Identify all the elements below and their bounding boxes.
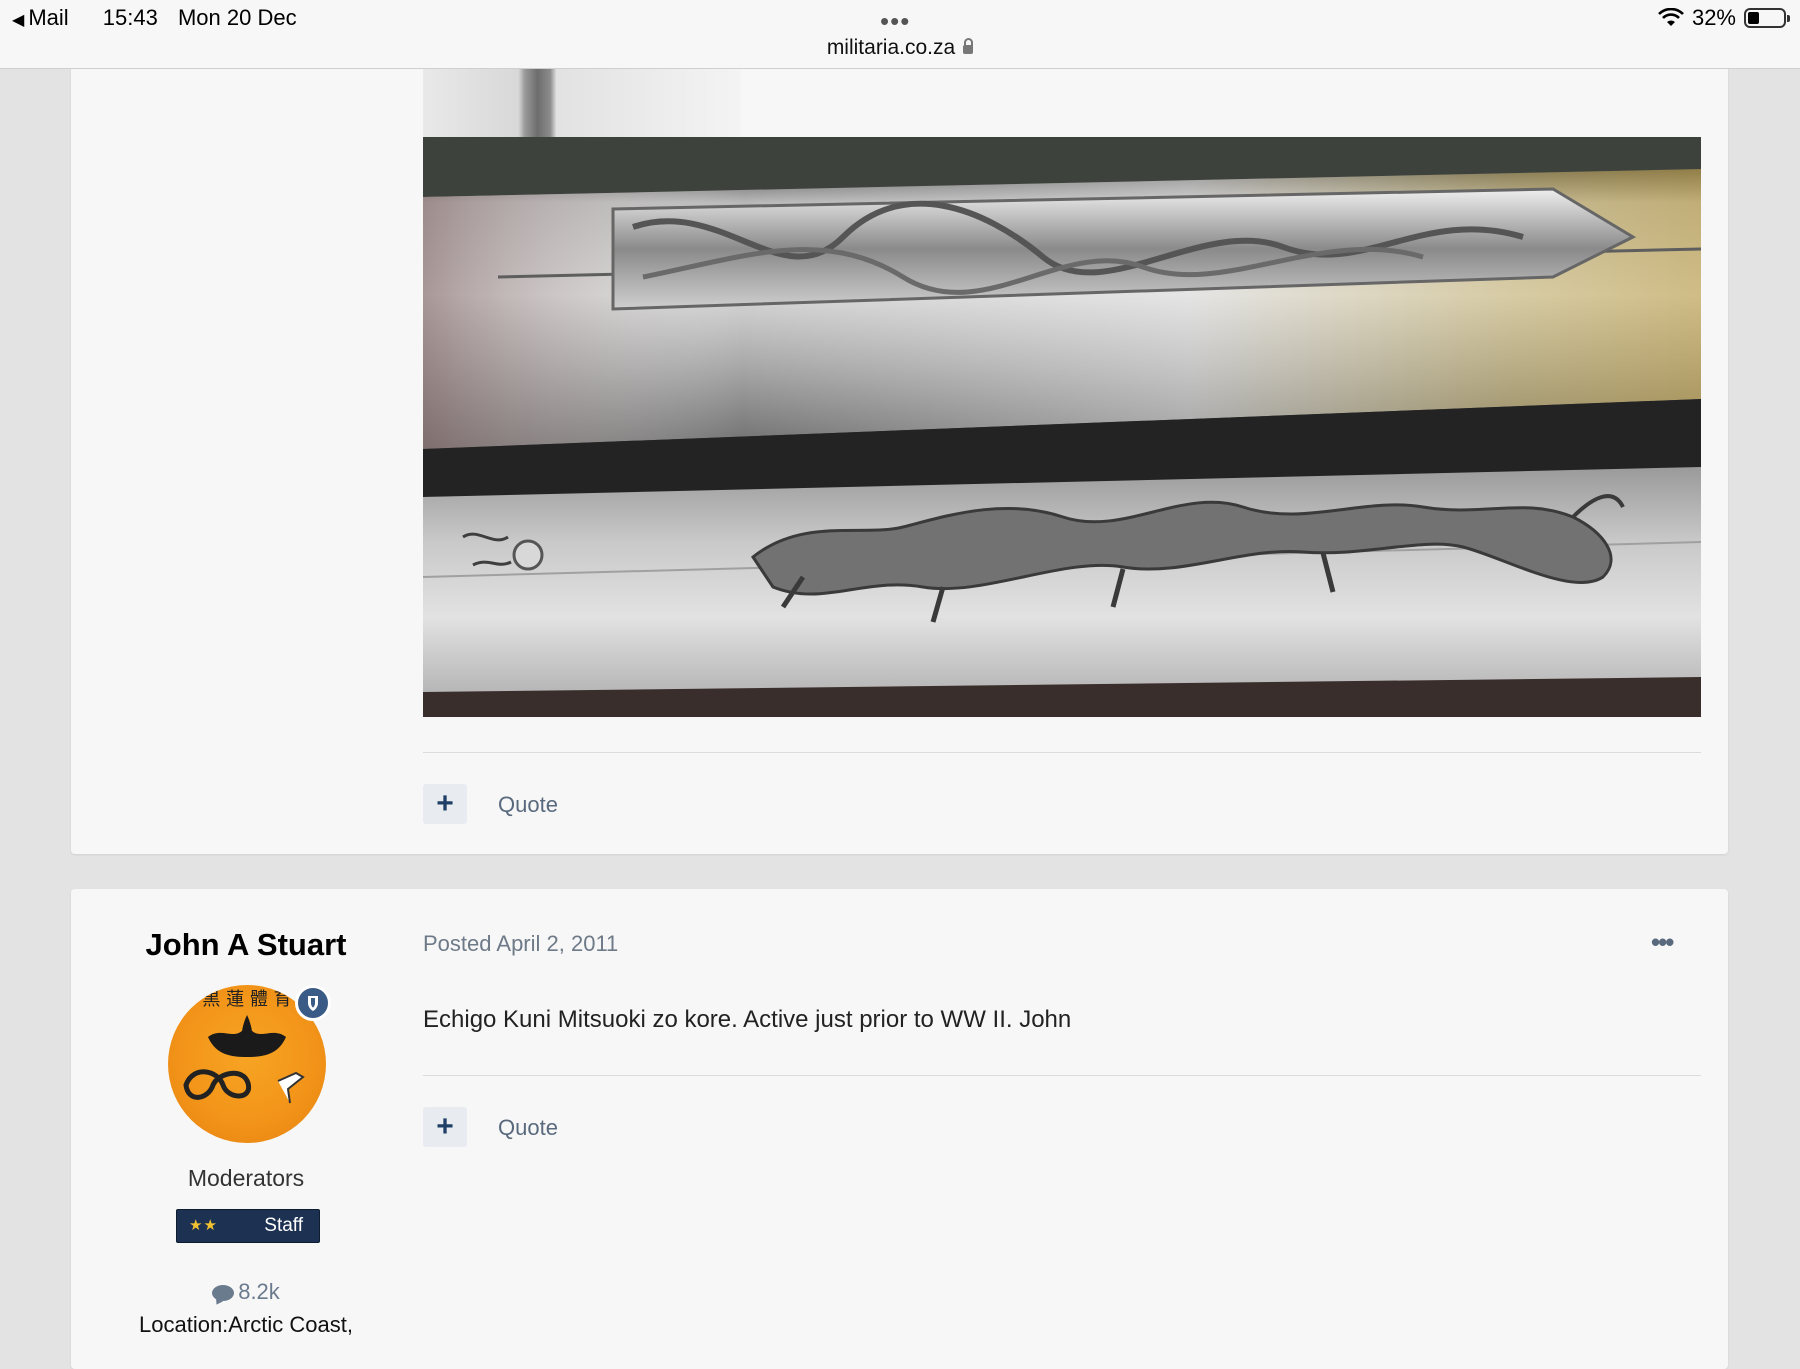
shield-icon <box>308 996 318 1011</box>
post-count-value: 8.2k <box>238 1279 280 1304</box>
post-body-text: Echigo Kuni Mitsuoki zo kore. Active jus… <box>423 1006 1072 1033</box>
quote-link[interactable]: Quote <box>498 792 558 818</box>
staff-badge-label: Staff <box>264 1215 303 1236</box>
staff-stars-icon: ★★ <box>189 1217 218 1234</box>
post-count: 8.2k <box>71 1279 421 1305</box>
post-card: + Quote <box>71 40 1728 854</box>
address-bar[interactable]: militaria.co.za <box>0 36 1800 60</box>
battery-fill <box>1748 12 1759 24</box>
post-date-link[interactable]: Posted April 2, 2011 <box>423 931 618 957</box>
battery-percent: 32% <box>1691 5 1736 30</box>
clock: 15:43 <box>102 5 158 30</box>
post-card: John A Stuart 黒 蓮 體 育 Moderators ★★ Staf… <box>71 889 1728 1369</box>
back-app-label: Mail <box>28 5 69 30</box>
author-location: Location:Arctic Coast, <box>139 1312 353 1337</box>
post-footer-divider <box>423 752 1701 753</box>
battery-icon <box>1744 8 1790 28</box>
svg-text:黒 蓮 體 育: 黒 蓮 體 育 <box>202 989 291 1010</box>
author-name-link[interactable]: John A Stuart <box>71 927 421 963</box>
attached-image-sword-blades[interactable] <box>423 137 1701 717</box>
react-button[interactable]: + <box>423 1107 467 1147</box>
status-left: ◀ Mail 15:43 Mon 20 Dec <box>12 5 311 31</box>
attached-image-partial[interactable] <box>423 68 741 137</box>
status-right: 32% <box>1658 5 1790 31</box>
member-group: Moderators <box>187 1165 305 1191</box>
tab-dots-icon[interactable]: ••• <box>880 8 910 34</box>
moderator-shield-icon <box>295 985 331 1021</box>
staff-badge: ★★ Staff <box>176 1209 320 1243</box>
sword-photo <box>423 137 1701 717</box>
back-to-mail-button[interactable]: ◀ Mail <box>12 5 83 30</box>
quote-link[interactable]: Quote <box>498 1115 558 1141</box>
more-options-icon[interactable]: ••• <box>1651 927 1674 958</box>
date: Mon 20 Dec <box>177 5 297 30</box>
back-arrow-icon: ◀ <box>12 12 25 29</box>
post-footer-divider <box>423 1075 1701 1076</box>
lock-icon <box>963 38 974 54</box>
react-button[interactable]: + <box>423 784 467 824</box>
comment-icon <box>212 1285 235 1301</box>
status-bar: ◀ Mail 15:43 Mon 20 Dec ••• militaria.co.… <box>0 0 1800 69</box>
url-text: militaria.co.za <box>826 36 956 59</box>
wifi-icon <box>1658 8 1684 26</box>
